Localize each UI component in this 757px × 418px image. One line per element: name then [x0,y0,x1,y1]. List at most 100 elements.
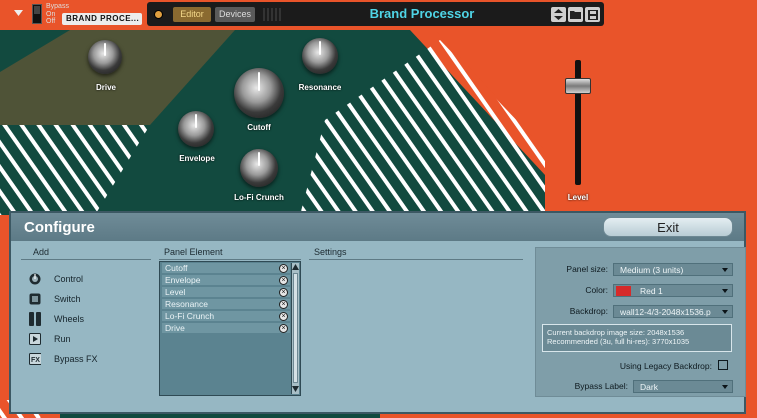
bypass-label-label: Bypass Label: [574,381,628,391]
add-switch-item[interactable]: Switch [29,291,81,307]
scroll-up-icon[interactable] [292,264,299,270]
color-label: Color: [585,285,608,295]
device-title: Brand Processor [369,6,475,21]
exit-button[interactable]: Exit [603,217,733,237]
tab-editor[interactable]: Editor [173,7,211,22]
preset-up-down-icon[interactable] [551,7,566,22]
device-name-tape[interactable]: BRAND PROCE... [62,13,142,25]
backdrop-info-box: Current backdrop image size: 2048x1536 R… [542,324,732,352]
scroll-down-icon[interactable] [292,386,299,392]
list-scrollbar[interactable] [291,263,299,394]
list-item-label: Drive [165,323,185,333]
panel-element-column-title: Panel Element [164,247,223,257]
list-item[interactable]: Envelope × [162,275,290,286]
level-meter [263,8,281,21]
add-wheels-label: Wheels [54,314,85,324]
list-item-label: Envelope [165,275,201,285]
panel-size-select[interactable]: Medium (3 units) [613,263,733,276]
switch-icon [29,293,41,305]
list-item-label: Cutoff [165,263,188,273]
add-column-title: Add [33,247,50,257]
chevron-down-icon [722,310,728,314]
device-window: Bypass On Off BRAND PROCE... Editor Devi… [0,0,757,418]
list-item[interactable]: Lo-Fi Crunch × [162,311,290,322]
legacy-backdrop-label: Using Legacy Backdrop: [619,361,712,371]
panel-element-list[interactable]: Cutoff × Envelope × Level × Resonance × … [159,261,301,396]
backdrop-label: Backdrop: [569,306,608,316]
resonance-knob[interactable] [302,38,338,74]
chevron-down-icon [722,385,728,389]
backdrop-info-current: Current backdrop image size: 2048x1536 [547,328,685,337]
envelope-knob[interactable] [178,111,214,147]
folder-icon[interactable] [568,7,583,22]
bypass-label-value: Dark [640,382,658,392]
device-header: Bypass On Off BRAND PROCE... Editor Devi… [0,0,757,30]
configure-panel: Configure Exit Add Panel Element Setting… [9,211,746,414]
add-wheels-item[interactable]: Wheels [29,311,84,327]
cutoff-knob[interactable] [234,68,284,118]
remove-icon[interactable]: × [279,312,288,321]
svg-text:FX: FX [31,357,40,364]
backdrop-select[interactable]: wall12-4/3-2048x1536.p [613,305,733,318]
on-label: On [46,11,56,18]
color-value: Red 1 [640,286,663,296]
envelope-label: Envelope [179,154,215,163]
panel-size-label: Panel size: [566,264,608,274]
resonance-label: Resonance [298,83,342,92]
tab-devices[interactable]: Devices [215,7,255,22]
configure-title-bar: Configure Exit [11,213,744,241]
wheels-icon [29,312,41,326]
add-divider [21,259,151,260]
backdrop-value: wall12-4/3-2048x1536.p [620,307,711,317]
save-icon[interactable] [585,7,600,22]
add-control-item[interactable]: Control [29,271,83,287]
device-icon [154,10,163,19]
add-switch-label: Switch [54,294,81,304]
off-label: Off [46,18,56,25]
play-icon [29,333,41,345]
list-item[interactable]: Level × [162,287,290,298]
list-item-label: Resonance [165,299,209,309]
scroll-thumb[interactable] [293,273,298,383]
cutoff-label: Cutoff [247,123,271,132]
configure-title: Configure [24,219,95,236]
panel-element-divider [159,259,301,260]
chevron-down-icon [722,289,728,293]
add-bypass-fx-label: Bypass FX [54,354,98,364]
backdrop-info-recommended: Recommended (3u, full hi-res): 3770x1035 [547,337,690,346]
lofi-crunch-knob[interactable] [240,149,278,187]
fx-icon: FX [29,353,41,365]
list-item-label: Lo-Fi Crunch [165,311,215,321]
knob-icon [29,273,41,285]
add-bypass-fx-item[interactable]: FX Bypass FX [29,351,98,367]
drive-label: Drive [95,83,116,92]
level-label: Level [567,193,589,202]
list-item[interactable]: Drive × [162,323,290,334]
list-item-label: Level [165,287,186,297]
collapse-arrow-icon[interactable] [14,10,23,16]
bypass-label: Bypass [46,3,69,10]
top-toolbar: Editor Devices Brand Processor [147,2,604,26]
bypass-switch[interactable] [32,4,42,24]
list-item[interactable]: Resonance × [162,299,290,310]
add-control-label: Control [54,274,84,284]
settings-box: Panel size: Medium (3 units) Color: Red … [535,247,746,397]
add-run-item[interactable]: Run [29,331,71,347]
panel-size-value: Medium (3 units) [620,265,684,275]
color-swatch [616,286,631,296]
legacy-backdrop-checkbox[interactable] [718,360,728,370]
level-fader-handle[interactable] [565,78,591,94]
add-run-label: Run [54,334,71,344]
lofi-crunch-label: Lo-Fi Crunch [234,193,284,202]
remove-icon[interactable]: × [279,264,288,273]
remove-icon[interactable]: × [279,288,288,297]
bypass-label-select[interactable]: Dark [633,380,733,393]
list-item[interactable]: Cutoff × [162,263,290,274]
remove-icon[interactable]: × [279,276,288,285]
chevron-down-icon [722,268,728,272]
drive-knob[interactable] [88,40,122,74]
remove-icon[interactable]: × [279,324,288,333]
remove-icon[interactable]: × [279,300,288,309]
color-select[interactable]: Red 1 [613,284,733,297]
settings-divider [309,259,523,260]
